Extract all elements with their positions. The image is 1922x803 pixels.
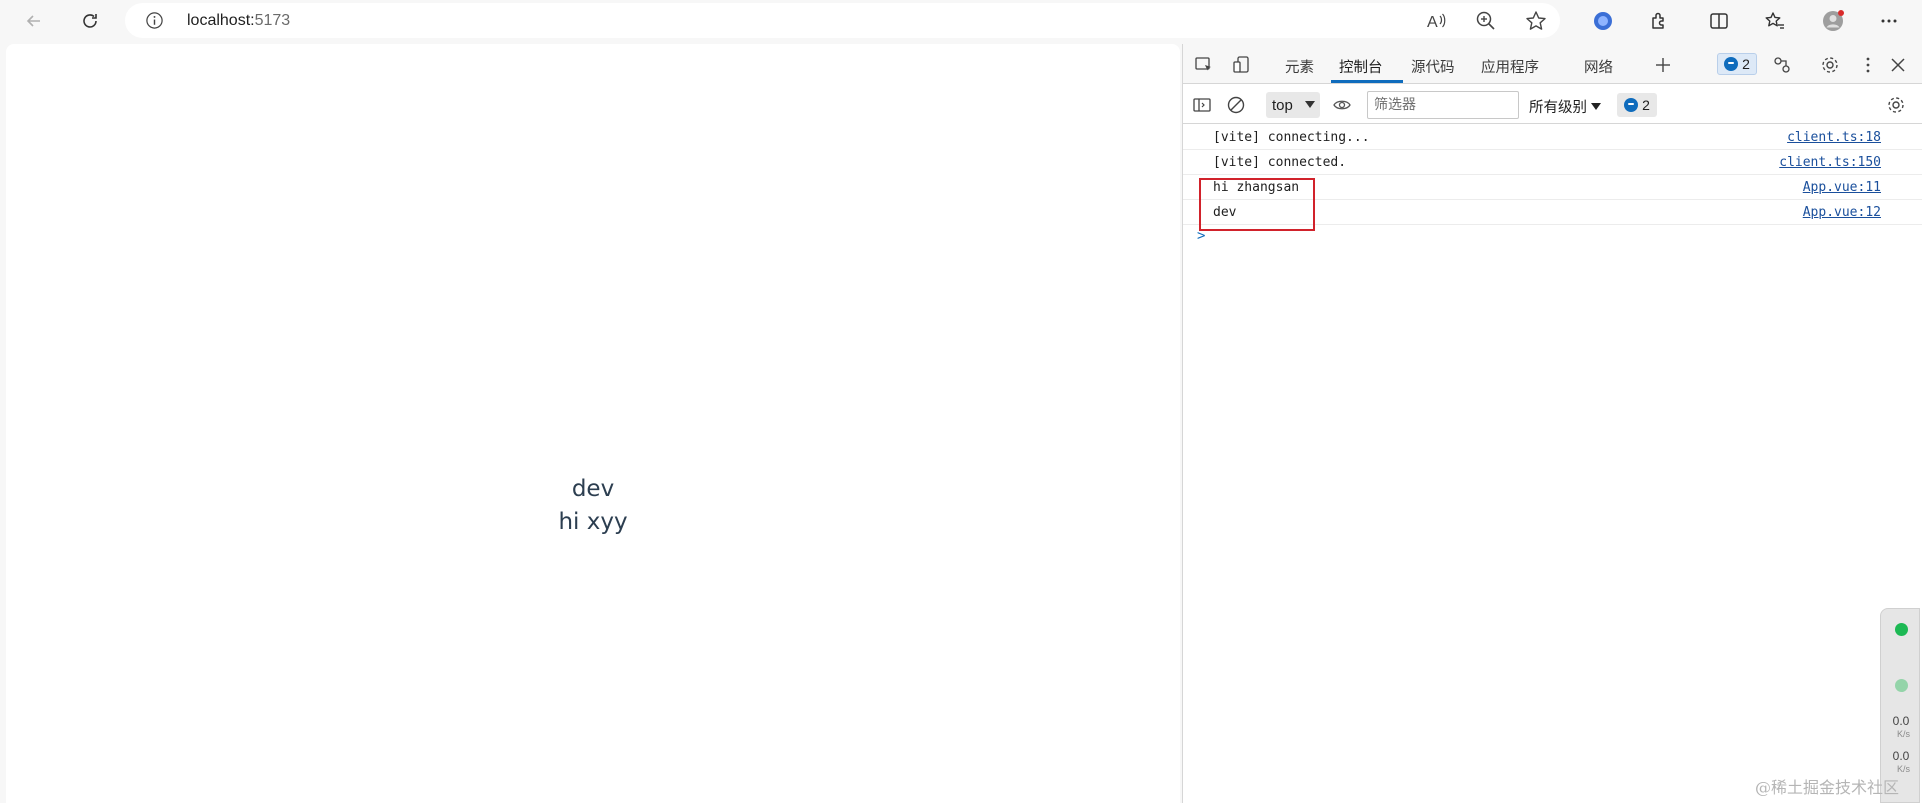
read-aloud-icon[interactable]: A — [1425, 10, 1447, 32]
svg-text:A: A — [1427, 14, 1438, 31]
issues-badge[interactable]: 2 — [1717, 53, 1757, 75]
tab-console[interactable]: 控制台 — [1339, 56, 1383, 77]
reload-button[interactable] — [74, 5, 106, 37]
favorites-icon[interactable] — [1762, 8, 1788, 34]
dropdown-caret-icon — [1305, 101, 1315, 108]
status-dot-icon — [1895, 623, 1908, 636]
console-log-row: [vite] connecting... client.ts:18 — [1183, 125, 1922, 150]
console-log-row: [vite] connected. client.ts:150 — [1183, 150, 1922, 175]
inspect-element-icon[interactable] — [1193, 54, 1215, 76]
reload-icon — [83, 14, 97, 28]
log-message: [vite] connected. — [1213, 155, 1347, 170]
log-source-link[interactable]: App.vue:12 — [1803, 205, 1881, 220]
devtools-tab-bar: 元素 控制台 源代码 应用程序 网络 2 — [1183, 44, 1922, 84]
dropdown-caret-icon — [1591, 103, 1601, 110]
log-message: [vite] connecting... — [1213, 130, 1370, 145]
log-source-link[interactable]: App.vue:11 — [1803, 180, 1881, 195]
log-source-link[interactable]: client.ts:18 — [1787, 130, 1881, 145]
download-speed: 0.0 — [1892, 749, 1910, 763]
add-tab-icon[interactable] — [1652, 54, 1674, 76]
zoom-icon[interactable] — [1475, 10, 1497, 32]
address-bar[interactable]: localhost:5173 A — [125, 3, 1560, 38]
app-text-env: dev — [571, 476, 615, 502]
extensions-puzzle-icon[interactable] — [1646, 8, 1672, 34]
more-options-icon[interactable] — [1857, 54, 1879, 76]
console-settings-gear-icon[interactable] — [1885, 94, 1907, 116]
devtools-panel: 元素 控制台 源代码 应用程序 网络 2 top 筛选器 所有级别 2 [vit… — [1182, 44, 1922, 803]
url-text: localhost:5173 — [187, 12, 291, 29]
console-issues-badge[interactable]: 2 — [1617, 93, 1657, 117]
issues-count: 2 — [1742, 56, 1750, 72]
split-screen-icon[interactable] — [1706, 8, 1732, 34]
console-issues-count: 2 — [1642, 97, 1650, 113]
profile-avatar-icon[interactable] — [1820, 8, 1846, 34]
console-filter-input[interactable] — [1367, 91, 1519, 119]
message-icon — [1624, 98, 1639, 112]
app-text-greeting: hi xyy — [558, 509, 628, 535]
status-cup-icon — [1895, 679, 1908, 692]
browser-toolbar: localhost:5173 A — [0, 0, 1922, 42]
tab-sources[interactable]: 源代码 — [1411, 56, 1455, 77]
context-select[interactable]: top — [1266, 92, 1320, 118]
settings-gear-icon[interactable] — [1819, 54, 1841, 76]
connected-devices-icon[interactable] — [1771, 54, 1793, 76]
close-devtools-icon[interactable] — [1887, 54, 1909, 76]
message-icon — [1724, 57, 1739, 71]
red-highlight-box — [1199, 178, 1315, 231]
live-expression-eye-icon[interactable] — [1331, 94, 1353, 116]
device-emulation-icon[interactable] — [1231, 54, 1253, 76]
context-select-value: top — [1272, 97, 1293, 114]
page-viewport: dev hi xyy — [6, 44, 1180, 803]
log-source-link[interactable]: client.ts:150 — [1779, 155, 1881, 170]
console-toolbar: top 所有级别 2 — [1183, 84, 1922, 124]
back-arrow-icon — [26, 15, 40, 27]
log-levels-dropdown[interactable]: 所有级别 — [1529, 96, 1601, 117]
favorite-star-icon[interactable] — [1525, 10, 1547, 32]
clear-console-icon[interactable] — [1225, 94, 1247, 116]
more-menu-icon[interactable] — [1876, 8, 1902, 34]
console-sidebar-icon[interactable] — [1191, 94, 1213, 116]
tab-application[interactable]: 应用程序 — [1481, 56, 1539, 77]
log-levels-label: 所有级别 — [1529, 100, 1587, 116]
site-info-icon[interactable] — [145, 11, 164, 30]
upload-speed: 0.0 — [1892, 714, 1910, 728]
download-unit: K/s — [1897, 764, 1911, 774]
tab-elements[interactable]: 元素 — [1285, 56, 1314, 77]
extension-badge-icon[interactable] — [1590, 8, 1616, 34]
active-tab-indicator — [1331, 80, 1403, 83]
back-button[interactable] — [18, 5, 50, 37]
watermark: @稀土掘金技术社区 — [1755, 778, 1900, 797]
tab-network[interactable]: 网络 — [1584, 56, 1613, 77]
upload-unit: K/s — [1897, 729, 1911, 739]
